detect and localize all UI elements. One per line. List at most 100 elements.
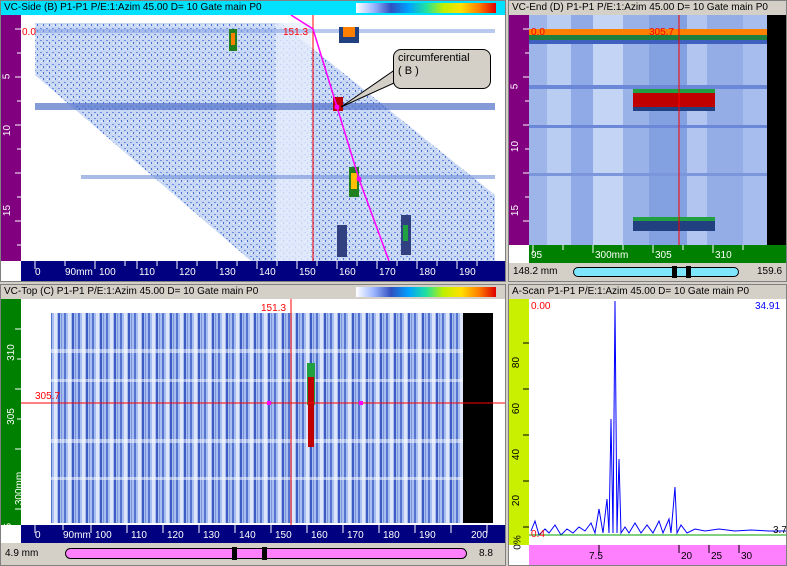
end-view-status-bar: 148.2 mm 159.6 (509, 263, 786, 281)
ascan-ut-tick-20: 20 (681, 551, 693, 562)
end-view-range-slider[interactable] (573, 266, 739, 278)
ascan-ut-tick-30: 30 (741, 551, 753, 562)
top-view-scan-tick-0: 0 (35, 530, 41, 541)
ascan-bottom-left-readout: 0.4 (531, 529, 545, 540)
top-view-cursor-x-readout: 151.3 (261, 303, 287, 314)
side-view-scan-tick-90mm: 90mm (65, 267, 93, 278)
side-view-panel[interactable]: VC-Side (B) P1-P1 P/E:1:Azim 45.00 D= 10… (0, 0, 506, 282)
side-view-scan-tick-150: 150 (299, 267, 316, 278)
top-view-scan-tick-140: 140 (239, 530, 256, 541)
side-view-annotation-callout[interactable]: circumferential ( B ) (393, 49, 491, 89)
ascan-top-left-readout: 0.00 (531, 301, 551, 312)
ascan-amp-tick-0: 0% (512, 535, 524, 550)
end-view-index-tick-305: 305 (655, 250, 672, 261)
side-view-scan-tick-110: 110 (139, 267, 155, 278)
side-view-scan-tick-160: 160 (339, 267, 356, 278)
top-view-color-palette (356, 287, 496, 297)
ascan-amplitude-ruler[interactable]: 0% 20 40 60 80 (509, 299, 529, 550)
top-view-cursor-y-readout: 305.7 (35, 391, 61, 402)
callout-line-2: ( B ) (398, 65, 419, 77)
ascan-amp-tick-60: 60 (511, 402, 523, 415)
end-view-title-text: VC-End (D) P1-P1 P/E:1:Azim 45.00 D= 10 … (512, 2, 768, 13)
side-view-scan-tick-100: 100 (99, 267, 116, 278)
end-view-dscan-image[interactable]: 0.0 305.7 (529, 15, 786, 245)
side-view-scan-tick-180: 180 (419, 267, 436, 278)
top-view-status-left: 4.9 mm (5, 548, 39, 559)
ascan-amp-tick-40: 40 (511, 448, 523, 461)
end-view-status-right: 159.6 (757, 266, 783, 277)
top-view-scan-tick-160: 160 (311, 530, 328, 541)
end-view-depth-ruler[interactable]: 5 10 15 (509, 15, 529, 245)
end-view-index-ruler[interactable]: 95 300mm 305 310 (529, 245, 786, 263)
top-view-scan-tick-190: 190 (419, 530, 436, 541)
top-view-panel[interactable]: VC-Top (C) P1-P1 P/E:1:Azim 45.00 D= 10 … (0, 284, 506, 566)
top-view-scan-tick-170: 170 (347, 530, 364, 541)
end-view-depth-tick-15: 15 (510, 204, 522, 217)
side-view-scan-tick-120: 120 (179, 267, 196, 278)
top-view-scan-tick-110: 110 (131, 530, 147, 541)
side-view-scan-tick-130: 130 (219, 267, 236, 278)
top-view-status-bar: 4.9 mm 8.8 (1, 543, 505, 565)
ascan-ut-tick-25: 25 (711, 551, 723, 562)
ascan-ultrasound-ruler[interactable]: 7.5 20 25 30 (529, 545, 786, 565)
top-view-scan-tick-150: 150 (275, 530, 292, 541)
side-view-title-text: VC-Side (B) P1-P1 P/E:1:Azim 45.00 D= 10… (4, 2, 262, 13)
end-view-slider-handle-right[interactable] (686, 266, 691, 278)
top-view-index-tick-95: 95 (3, 522, 15, 535)
side-view-cursor-readout: 151.3 (283, 27, 309, 38)
top-view-cscan-image[interactable]: 151.3 305.7 (21, 299, 505, 525)
top-view-cscan-svg (21, 299, 505, 525)
top-view-status-right: 8.8 (479, 548, 493, 559)
top-view-scan-tick-100: 100 (95, 530, 112, 541)
side-view-color-palette (356, 3, 496, 13)
side-view-depth-tick-5: 5 (1, 73, 13, 80)
ascan-amp-tick-80: 80 (511, 356, 523, 369)
side-view-depth-tick-10: 10 (2, 124, 14, 137)
ascan-bottom-right-readout: 3.7 (773, 525, 787, 536)
end-view-depth-tick-10: 10 (510, 140, 522, 153)
side-view-depth-ruler[interactable]: 5 10 15 (1, 15, 21, 261)
side-view-scan-tick-190: 190 (459, 267, 476, 278)
ascan-title-text: A-Scan P1-P1 P/E:1:Azim 45.00 D= 10 Gate… (512, 286, 750, 297)
end-view-panel[interactable]: VC-End (D) P1-P1 P/E:1:Azim 45.00 D= 10 … (508, 0, 787, 282)
top-view-scan-tick-130: 130 (203, 530, 220, 541)
side-view-scan-tick-170: 170 (379, 267, 396, 278)
top-view-slider-handle-right[interactable] (262, 547, 267, 560)
top-view-scan-tick-90mm: 90mm (63, 530, 91, 541)
side-view-scan-tick-140: 140 (259, 267, 276, 278)
top-view-index-tick-310: 310 (5, 344, 17, 361)
side-view-depth-tick-15: 15 (2, 204, 14, 217)
end-view-depth-tick-5: 5 (509, 83, 521, 90)
end-view-index-tick-300mm: 300mm (595, 250, 629, 261)
ascan-panel[interactable]: A-Scan P1-P1 P/E:1:Azim 45.00 D= 10 Gate… (508, 284, 787, 566)
ascan-waveform-svg (529, 300, 786, 536)
end-view-slider-handle-left[interactable] (672, 266, 677, 278)
end-view-index-tick-95: 95 (531, 250, 543, 261)
end-view-top-left-readout: 0.0 (531, 27, 545, 38)
top-view-slider-handle-left[interactable] (232, 547, 237, 560)
side-view-bscan-image[interactable]: 0.0 151.3 circumferential ( B ) (21, 15, 505, 261)
ascan-amp-tick-20: 20 (511, 494, 523, 507)
end-view-index-tick-310: 310 (715, 250, 732, 261)
ascan-ut-tick-7-5: 7.5 (589, 551, 603, 562)
end-view-status-left: 148.2 mm (513, 266, 558, 277)
end-view-dscan-svg (529, 15, 786, 245)
top-view-scan-ruler[interactable]: 0 90mm 100 110 120 130 140 150 160 170 1… (21, 525, 505, 543)
ascan-amplitude-ruler-ticks (523, 342, 529, 528)
end-view-cursor-readout: 305.7 (649, 27, 675, 38)
top-view-index-ruler[interactable]: 310 305 300mm 95 (1, 299, 25, 534)
ascan-top-right-readout: 34.91 (755, 301, 781, 312)
side-view-scan-ruler[interactable]: 0 90mm 100 110 120 130 140 150 160 170 1… (21, 261, 505, 281)
end-view-title[interactable]: VC-End (D) P1-P1 P/E:1:Azim 45.00 D= 10 … (509, 1, 786, 15)
side-view-depth-ruler-ticks (15, 28, 21, 246)
top-view-index-tick-305: 305 (5, 408, 17, 425)
top-view-range-slider[interactable] (65, 547, 467, 560)
top-view-scan-tick-120: 120 (167, 530, 184, 541)
ascan-title[interactable]: A-Scan P1-P1 P/E:1:Azim 45.00 D= 10 Gate… (509, 285, 786, 299)
ascan-waveform-area[interactable]: 0.00 34.91 0.4 3.7 (529, 299, 787, 545)
top-view-scan-tick-200: 200 (471, 530, 488, 541)
top-view-title-text: VC-Top (C) P1-P1 P/E:1:Azim 45.00 D= 10 … (4, 286, 259, 297)
side-view-scan-tick-0: 0 (35, 267, 41, 278)
side-view-top-left-readout: 0.0 (22, 27, 36, 38)
top-view-scan-tick-180: 180 (383, 530, 400, 541)
